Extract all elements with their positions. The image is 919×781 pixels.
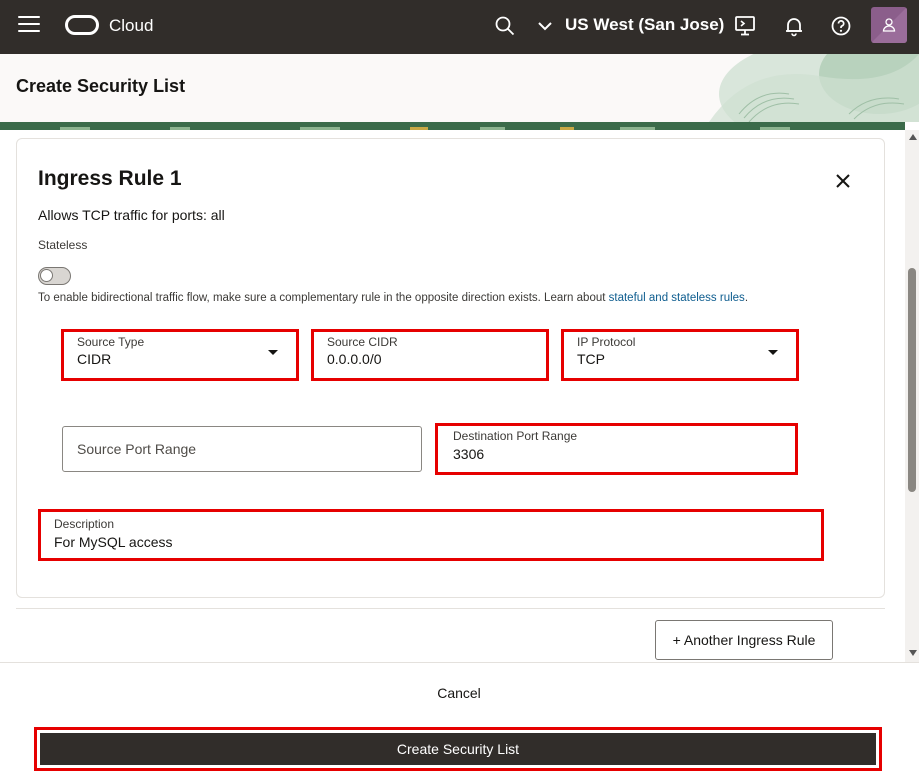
help-icon[interactable] bbox=[829, 14, 853, 38]
source-cidr-value: 0.0.0.0/0 bbox=[327, 351, 382, 367]
help-text-body: To enable bidirectional traffic flow, ma… bbox=[38, 292, 609, 304]
stateless-help-text: To enable bidirectional traffic flow, ma… bbox=[38, 292, 748, 304]
source-type-label: Source Type bbox=[77, 335, 145, 349]
source-type-select[interactable]: Source Type CIDR bbox=[61, 329, 299, 381]
bell-icon[interactable] bbox=[782, 14, 806, 38]
stateful-stateless-link[interactable]: stateful and stateless rules bbox=[609, 292, 745, 304]
source-type-value: CIDR bbox=[77, 351, 112, 367]
region-selector[interactable]: US West (San Jose) bbox=[565, 15, 724, 35]
source-port-range-field[interactable]: Source Port Range bbox=[62, 426, 422, 472]
main-content: Ingress Rule 1 Allows TCP traffic for po… bbox=[0, 130, 905, 662]
description-value: For MySQL access bbox=[54, 534, 173, 550]
avatar[interactable] bbox=[871, 7, 907, 43]
source-cidr-label: Source CIDR bbox=[327, 335, 398, 349]
scrollbar-thumb[interactable] bbox=[908, 268, 916, 492]
dropdown-arrow-icon bbox=[768, 350, 778, 355]
add-ingress-rule-button[interactable]: + Another Ingress Rule bbox=[655, 620, 833, 660]
cloud-shell-icon[interactable] bbox=[733, 14, 757, 38]
page-header: Create Security List bbox=[0, 54, 919, 122]
ip-protocol-label: IP Protocol bbox=[577, 335, 636, 349]
toggle-knob bbox=[40, 269, 53, 282]
destination-port-range-value: 3306 bbox=[453, 446, 485, 462]
footer-actions: Cancel Create Security List bbox=[0, 662, 919, 781]
dropdown-arrow-icon bbox=[268, 350, 278, 355]
create-button-highlight: Create Security List bbox=[34, 727, 882, 771]
menu-icon[interactable] bbox=[18, 16, 40, 34]
help-text-end: . bbox=[744, 292, 749, 304]
search-icon[interactable] bbox=[494, 15, 516, 37]
cancel-button[interactable]: Cancel bbox=[409, 685, 509, 707]
decorative-stripe bbox=[0, 122, 905, 130]
user-icon bbox=[871, 7, 907, 43]
oracle-logo[interactable] bbox=[65, 15, 99, 35]
stateless-label: Stateless bbox=[38, 238, 88, 252]
description-label: Description bbox=[54, 517, 115, 531]
close-icon[interactable] bbox=[833, 171, 853, 191]
brand-name[interactable]: Cloud bbox=[109, 16, 153, 36]
ip-protocol-value: TCP bbox=[577, 351, 605, 367]
destination-port-range-field[interactable]: Destination Port Range 3306 bbox=[435, 423, 798, 475]
description-field[interactable]: Description For MySQL access bbox=[38, 509, 824, 561]
scroll-up-arrow-icon[interactable] bbox=[909, 134, 917, 140]
scrollbar[interactable] bbox=[905, 130, 919, 662]
ip-protocol-select[interactable]: IP Protocol TCP bbox=[561, 329, 799, 381]
source-cidr-field[interactable]: Source CIDR 0.0.0.0/0 bbox=[311, 329, 549, 381]
source-port-range-placeholder: Source Port Range bbox=[77, 441, 197, 457]
top-navigation-bar: Cloud US West (San Jose) bbox=[0, 0, 919, 54]
stateless-toggle[interactable] bbox=[38, 267, 71, 285]
rule-title: Ingress Rule 1 bbox=[38, 167, 182, 190]
ingress-rule-card: Ingress Rule 1 Allows TCP traffic for po… bbox=[16, 138, 885, 598]
create-security-list-button[interactable]: Create Security List bbox=[40, 733, 876, 765]
divider bbox=[16, 608, 885, 609]
chevron-down-icon[interactable] bbox=[536, 17, 554, 35]
scroll-down-arrow-icon[interactable] bbox=[909, 650, 917, 656]
rule-summary: Allows TCP traffic for ports: all bbox=[38, 207, 225, 223]
destination-port-range-label: Destination Port Range bbox=[453, 429, 578, 443]
page-title: Create Security List bbox=[16, 76, 186, 96]
decorative-pattern bbox=[709, 54, 919, 122]
